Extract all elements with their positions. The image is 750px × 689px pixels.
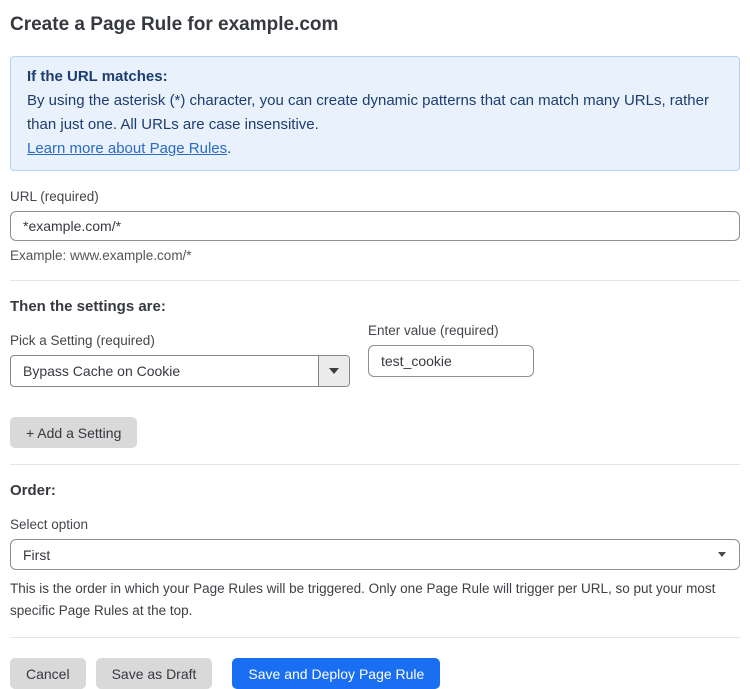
link-suffix: . [227, 140, 231, 157]
chevron-down-icon [329, 368, 339, 374]
setting-value-input[interactable] [368, 345, 534, 377]
setting-select[interactable]: Bypass Cache on Cookie [10, 355, 350, 387]
add-setting-button[interactable]: + Add a Setting [10, 417, 137, 448]
info-box-body: By using the asterisk (*) character, you… [27, 89, 723, 137]
order-select-label: Select option [10, 517, 740, 532]
settings-row: Pick a Setting (required) Bypass Cache o… [10, 315, 740, 387]
setting-value-label: Enter value (required) [368, 323, 534, 338]
cancel-button[interactable]: Cancel [10, 658, 86, 689]
footer-buttons: Cancel Save as Draft Save and Deploy Pag… [10, 658, 740, 689]
settings-section-heading: Then the settings are: [10, 298, 740, 315]
order-select[interactable]: First [10, 539, 740, 570]
info-box-heading: If the URL matches: [27, 65, 723, 89]
order-help-text: This is the order in which your Page Rul… [10, 578, 740, 622]
learn-more-link[interactable]: Learn more about Page Rules [27, 140, 227, 157]
order-section-heading: Order: [10, 482, 740, 499]
divider [10, 280, 740, 281]
url-input[interactable] [10, 211, 740, 241]
setting-select-value: Bypass Cache on Cookie [11, 356, 318, 386]
url-match-info-box: If the URL matches: By using the asteris… [10, 56, 740, 171]
create-page-rule-form: Create a Page Rule for example.com If th… [0, 0, 750, 689]
page-title: Create a Page Rule for example.com [10, 0, 740, 36]
divider [10, 464, 740, 465]
url-label: URL (required) [10, 189, 740, 204]
setting-picker-label: Pick a Setting (required) [10, 333, 350, 348]
divider [10, 637, 740, 638]
chevron-down-icon [718, 552, 726, 557]
info-box-link-line: Learn more about Page Rules. [27, 137, 723, 161]
save-and-deploy-button[interactable]: Save and Deploy Page Rule [232, 658, 440, 689]
setting-value-column: Enter value (required) [368, 315, 534, 377]
url-example-text: Example: www.example.com/* [10, 248, 740, 263]
setting-picker-column: Pick a Setting (required) Bypass Cache o… [10, 315, 350, 387]
setting-select-dropdown-button[interactable] [318, 356, 349, 386]
order-select-value: First [23, 547, 50, 563]
save-as-draft-button[interactable]: Save as Draft [96, 658, 213, 689]
